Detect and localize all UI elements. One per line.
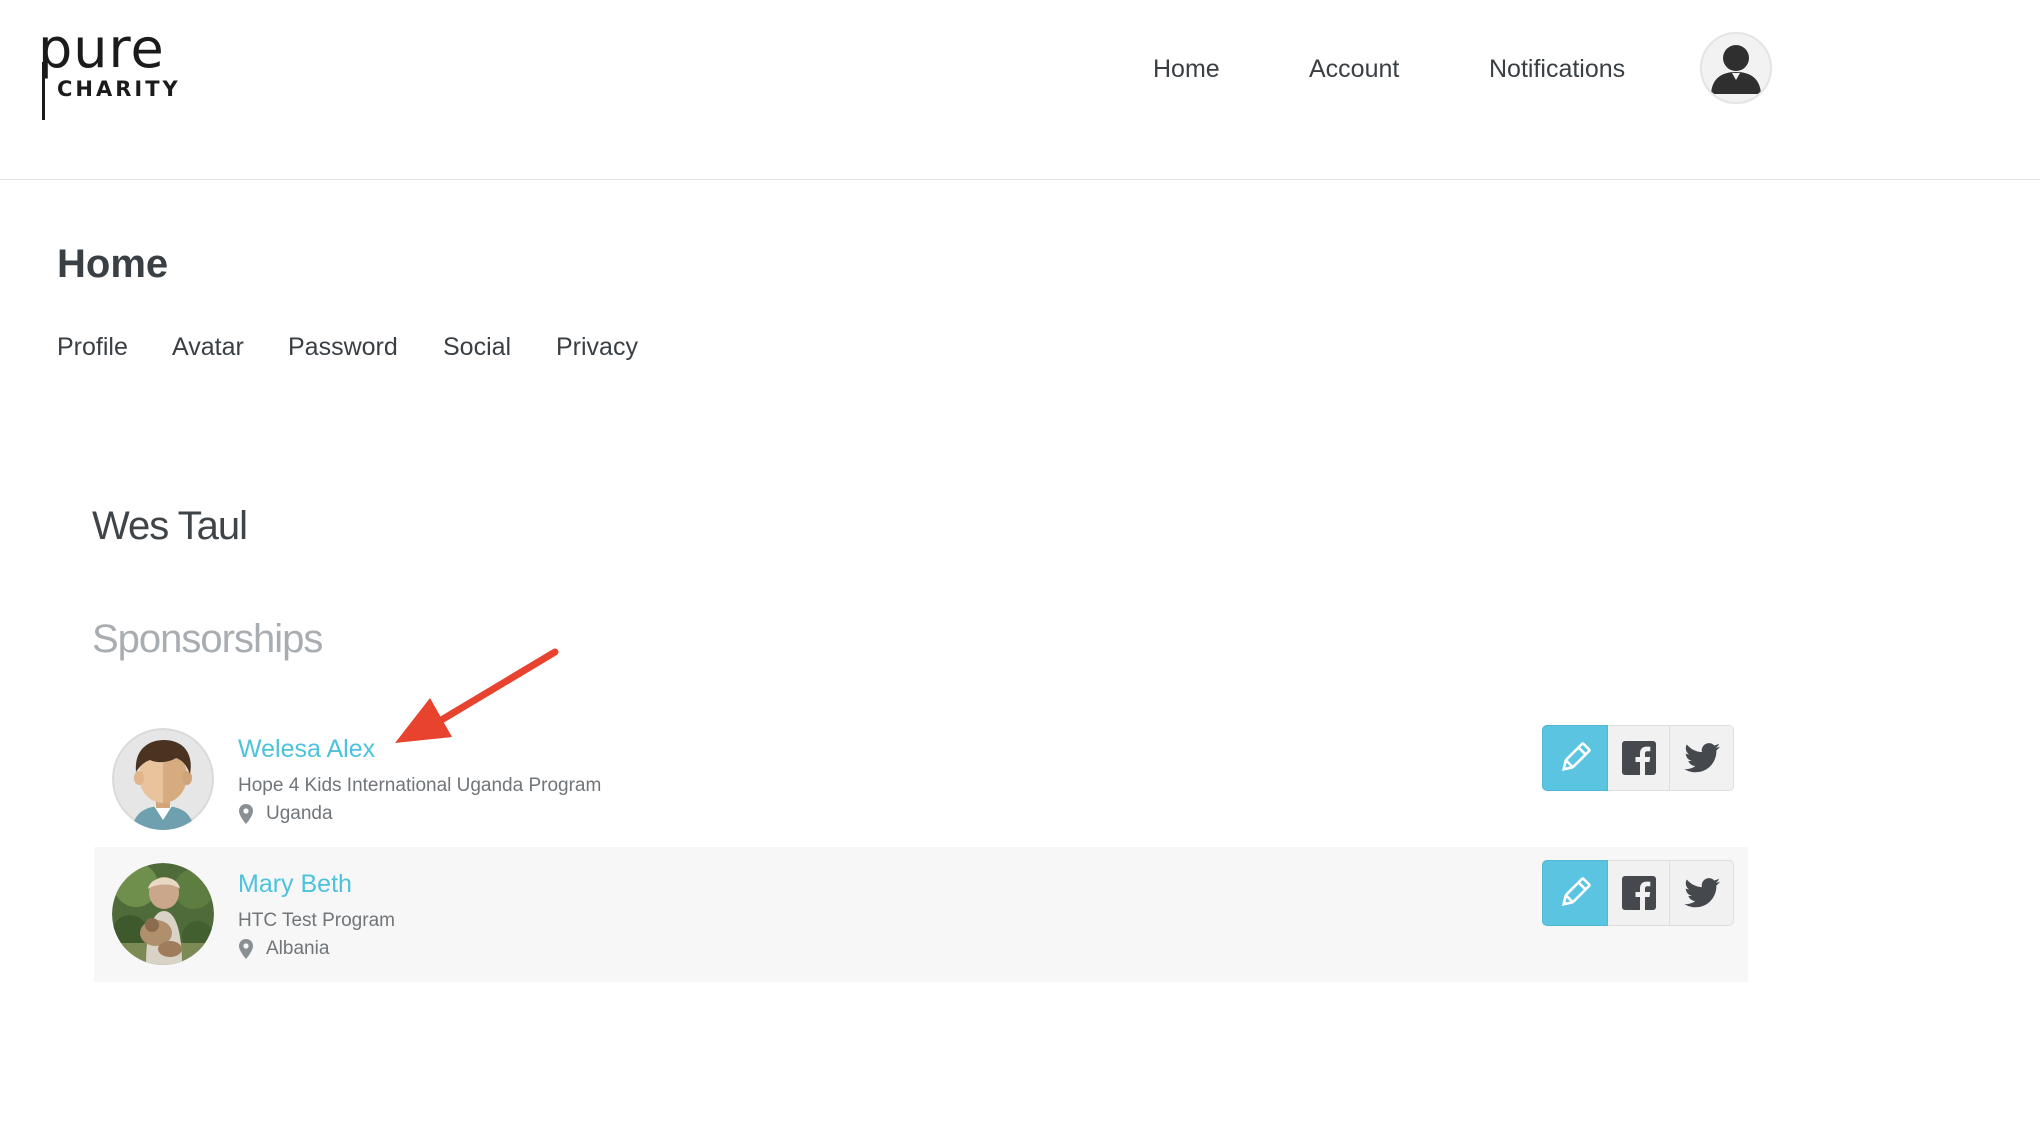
child-name-link[interactable]: Welesa Alex: [238, 734, 375, 764]
sponsorships-heading: Sponsorships: [92, 617, 323, 661]
facebook-share-button[interactable]: [1608, 860, 1670, 926]
facebook-icon: [1621, 876, 1656, 910]
child-country: Uganda: [266, 803, 333, 824]
child-country: Albania: [266, 938, 330, 959]
user-silhouette-icon: [1711, 45, 1761, 94]
sponsorship-row: Welesa Alex Hope 4 Kids International Ug…: [94, 712, 1748, 847]
pencil-icon: [1561, 742, 1591, 772]
program-name: Hope 4 Kids International Uganda Program: [238, 775, 602, 796]
logo-word-pure: pure: [38, 17, 165, 80]
edit-button[interactable]: [1542, 860, 1608, 926]
user-avatar-button[interactable]: [1700, 32, 1772, 104]
map-pin-icon: [239, 804, 253, 824]
subnav-password[interactable]: Password: [288, 332, 398, 362]
sponsorship-actions: [1542, 725, 1734, 791]
logo-word-charity: CHARITY: [57, 77, 181, 101]
edit-button[interactable]: [1542, 725, 1608, 791]
program-name: HTC Test Program: [238, 910, 395, 931]
nav-account-link[interactable]: Account: [1309, 54, 1399, 84]
child-photo: [112, 863, 214, 965]
twitter-icon: [1683, 743, 1720, 773]
pure-charity-logo[interactable]: pure CHARITY: [38, 17, 181, 120]
twitter-share-button[interactable]: [1670, 860, 1734, 926]
subnav-avatar[interactable]: Avatar: [172, 332, 244, 362]
subnav-profile[interactable]: Profile: [57, 332, 128, 362]
child-avatar[interactable]: [112, 728, 214, 830]
twitter-icon: [1683, 878, 1720, 908]
twitter-share-button[interactable]: [1670, 725, 1734, 791]
pencil-icon: [1561, 877, 1591, 907]
logo-bar: [42, 62, 45, 120]
subnav-social[interactable]: Social: [443, 332, 511, 362]
site-header: pure CHARITY Home Account Notifications: [0, 0, 2040, 180]
facebook-icon: [1621, 741, 1656, 775]
map-pin-icon: [239, 939, 253, 959]
page-title: Home: [57, 242, 169, 286]
sponsorship-actions: [1542, 860, 1734, 926]
nav-home-link[interactable]: Home: [1153, 54, 1220, 84]
child-name-link[interactable]: Mary Beth: [238, 869, 352, 899]
boy-avatar-illustration: [112, 728, 214, 830]
subnav-privacy[interactable]: Privacy: [556, 332, 638, 362]
sponsorship-row: Mary Beth HTC Test Program Albania: [94, 847, 1748, 982]
nav-notifications-link[interactable]: Notifications: [1489, 54, 1625, 84]
user-display-name: Wes Taul: [92, 504, 248, 548]
annotation-arrow: [395, 648, 559, 743]
facebook-share-button[interactable]: [1608, 725, 1670, 791]
child-avatar[interactable]: [112, 863, 214, 965]
